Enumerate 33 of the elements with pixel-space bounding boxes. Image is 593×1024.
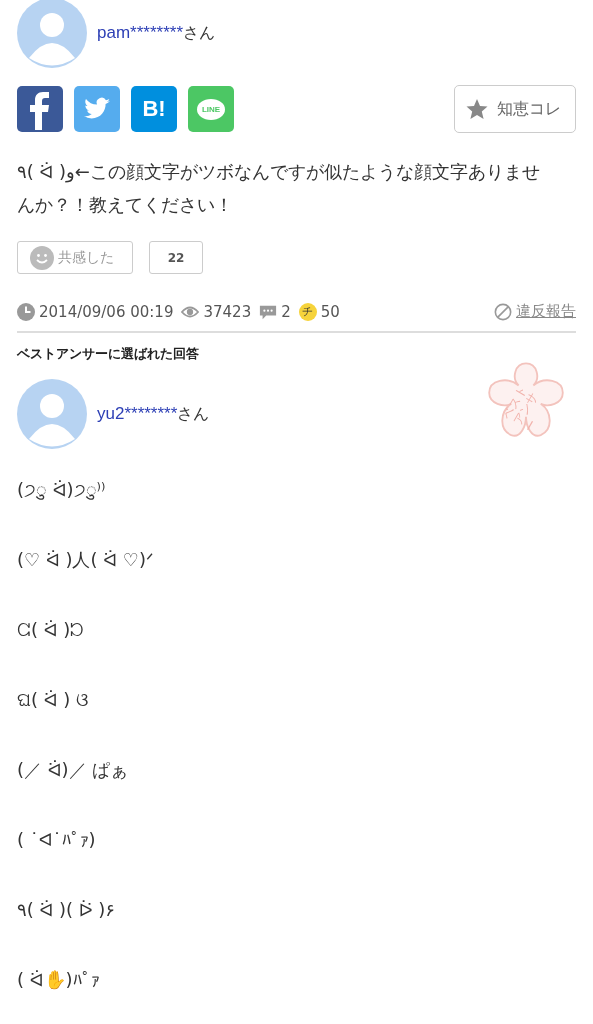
username-link[interactable]: yu2******** — [97, 404, 178, 424]
honorific-text: さん — [177, 403, 210, 425]
answer-line: ٩( ᐛ )( ᐖ )۶ — [17, 898, 115, 922]
prohibited-icon — [494, 302, 512, 321]
answer-line: ( ᐛ✋)ﾊﾟｧ — [17, 968, 100, 992]
avatar-icon[interactable] — [17, 379, 87, 449]
answer-line: (♡ ᐛ )人( ᐛ ♡)ᐟ — [17, 548, 154, 572]
view-count: 37423 — [203, 302, 252, 321]
answer-line: (／ ᐛ)／ ぱぁ — [17, 758, 129, 782]
line-share-button[interactable]: LINE — [188, 86, 234, 132]
facebook-share-button[interactable] — [17, 86, 63, 132]
answer-line: ଘ( ᐛ ) ଓ — [17, 688, 89, 712]
coin-count: 50 — [320, 302, 340, 321]
post-date: 2014/09/06 00:19 — [39, 302, 174, 321]
coin-badge: チ — [298, 302, 317, 321]
answer-line: ( ˙ᐊ˙ﾊﾟｧ) — [17, 828, 96, 852]
hatena-share-button[interactable]: B! — [131, 86, 177, 132]
clock-icon — [17, 302, 35, 321]
smiley-icon — [30, 245, 54, 270]
honorific-text: さん — [183, 22, 215, 44]
username-link[interactable]: pam******** — [97, 23, 183, 43]
report-link[interactable]: 違反報告 — [516, 302, 576, 321]
collect-button[interactable]: 知恵コレ — [454, 85, 576, 133]
best-answer-heading: ベストアンサーに選ばれた回答 — [17, 345, 200, 363]
avatar-icon[interactable] — [17, 0, 87, 68]
question-text: ٩( ᐛ )و←この顔文字がツボなんですが似たような顔文字ありませんか？！教えてください！ — [17, 160, 541, 217]
answer-count: 2 — [281, 302, 291, 321]
empathy-button[interactable]: 共感した — [17, 241, 133, 274]
empathy-count: 22 — [149, 241, 203, 274]
star-icon — [465, 97, 489, 121]
answer-line: ᘳ( ᐛ )ᘰ — [17, 618, 85, 642]
twitter-share-button[interactable] — [74, 86, 120, 132]
answer-line: (੭ु ᐛ)੭ु⁾⁾ — [17, 478, 106, 502]
